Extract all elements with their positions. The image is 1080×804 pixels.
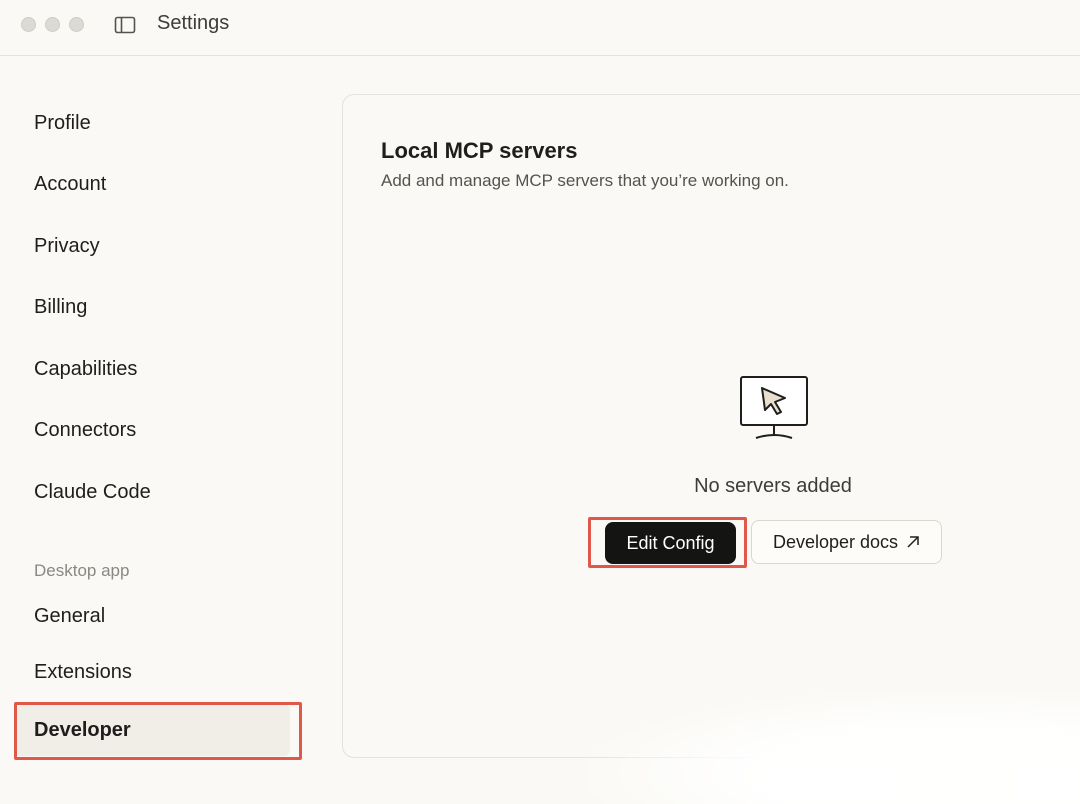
developer-docs-label: Developer docs xyxy=(772,531,899,552)
sidebar-item-general[interactable]: General xyxy=(14,590,290,642)
sidebar-item-profile[interactable]: Profile xyxy=(14,97,290,149)
empty-state-text: No servers added xyxy=(694,475,852,497)
monitor-cursor-icon xyxy=(740,376,808,439)
content-panel xyxy=(342,94,1080,758)
sidebar-item-connectors[interactable]: Connectors xyxy=(14,404,290,456)
edit-config-button[interactable]: Edit Config xyxy=(605,522,736,564)
zoom-window-button[interactable] xyxy=(69,17,84,32)
sidebar-toggle-icon[interactable] xyxy=(114,15,136,35)
close-window-button[interactable] xyxy=(21,17,36,32)
minimize-window-button[interactable] xyxy=(45,17,60,32)
window-title: Settings xyxy=(157,12,230,34)
sidebar-item-privacy[interactable]: Privacy xyxy=(14,220,290,272)
sidebar-item-developer[interactable]: Developer xyxy=(14,704,290,756)
sidebar-item-account[interactable]: Account xyxy=(14,158,290,210)
sidebar-section-desktop-app: Desktop app xyxy=(34,561,130,580)
page-subtitle: Add and manage MCP servers that you’re w… xyxy=(381,171,789,190)
title-bar: Settings xyxy=(0,0,1080,56)
page-title: Local MCP servers xyxy=(381,138,578,163)
sidebar-item-billing[interactable]: Billing xyxy=(14,281,290,333)
sidebar-item-claude-code[interactable]: Claude Code xyxy=(14,466,290,518)
arrow-up-right-icon xyxy=(907,536,919,548)
sidebar-item-extensions[interactable]: Extensions xyxy=(14,646,290,698)
settings-window: Settings Profile Account Privacy Billing… xyxy=(0,0,1080,804)
sidebar-item-capabilities[interactable]: Capabilities xyxy=(14,343,290,395)
developer-docs-button[interactable]: Developer docs xyxy=(751,520,942,564)
